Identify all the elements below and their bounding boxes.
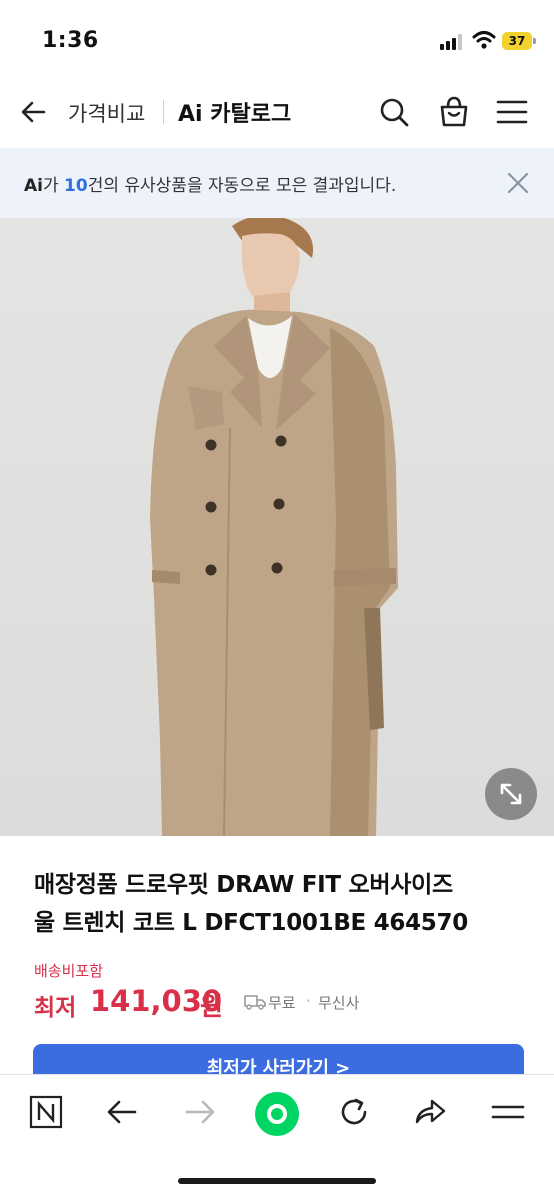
menu-lines-icon[interactable] (488, 1092, 528, 1132)
price-unit: 원 (200, 992, 224, 1021)
store-name[interactable]: 무신사 (318, 992, 359, 1013)
refresh-icon[interactable] (334, 1092, 374, 1132)
product-image[interactable] (0, 218, 554, 836)
expand-icon (500, 783, 522, 805)
nav-divider (163, 100, 164, 124)
battery-level: 37 (508, 34, 526, 48)
cellular-signal-icon (440, 34, 466, 50)
ai-result-text: Ai가 10건의 유사상품을 자동으로 모은 결과입니다. (24, 171, 396, 196)
expand-image-button[interactable] (485, 768, 537, 820)
shipping-included-label: 배송비포함 (34, 962, 104, 980)
wifi-icon (472, 31, 496, 49)
price-prefix: 최저 (34, 995, 77, 1021)
delivery-truck-icon (244, 995, 266, 1010)
forward-arrow-icon[interactable] (180, 1092, 220, 1132)
app-screen: 1:36 37 가격비교 Ai 카탈로그 Ai가 10건의 유사상품을 자동으로… (0, 0, 554, 1200)
similar-product-count: 10 (64, 176, 88, 196)
product-title: 매장정품 드로우핏 DRAW FIT 오버사이즈 울 트렌치 코트 L DFCT… (34, 866, 524, 942)
shipping-fee: 무료 (268, 994, 296, 1012)
product-title-line2: 울 트렌치 코트 L DFCT1001BE 464570 (34, 910, 468, 936)
banner-text-before: 가 (42, 176, 65, 196)
menu-icon[interactable] (494, 94, 530, 130)
product-title-line1: 매장정품 드로우핏 DRAW FIT 오버사이즈 (34, 872, 453, 898)
home-green-icon[interactable] (254, 1091, 300, 1137)
status-bar: 1:36 37 (0, 0, 554, 80)
ai-catalog-title: Ai 카탈로그 (178, 102, 292, 127)
close-icon[interactable] (505, 170, 531, 196)
arrow-left-icon[interactable] (16, 94, 52, 130)
banner-text-after: 건의 유사상품을 자동으로 모은 결과입니다. (87, 176, 397, 196)
naver-n-icon[interactable] (26, 1092, 66, 1132)
back-arrow-icon[interactable] (102, 1092, 142, 1132)
status-time: 1:36 (42, 28, 99, 53)
top-nav: 가격비교 Ai 카탈로그 (0, 80, 554, 146)
trench-coat-photo (150, 218, 398, 836)
battery-icon: 37 (502, 32, 536, 50)
search-icon[interactable] (376, 94, 412, 130)
separator-dot: · (306, 992, 311, 1010)
price-compare-link[interactable]: 가격비교 (68, 98, 145, 128)
shopping-bag-icon[interactable] (436, 94, 472, 130)
ai-result-banner: Ai가 10건의 유사상품을 자동으로 모은 결과입니다. (0, 148, 554, 218)
ai-logo: Ai (24, 176, 43, 196)
home-indicator (178, 1178, 376, 1184)
share-icon[interactable] (410, 1092, 450, 1132)
